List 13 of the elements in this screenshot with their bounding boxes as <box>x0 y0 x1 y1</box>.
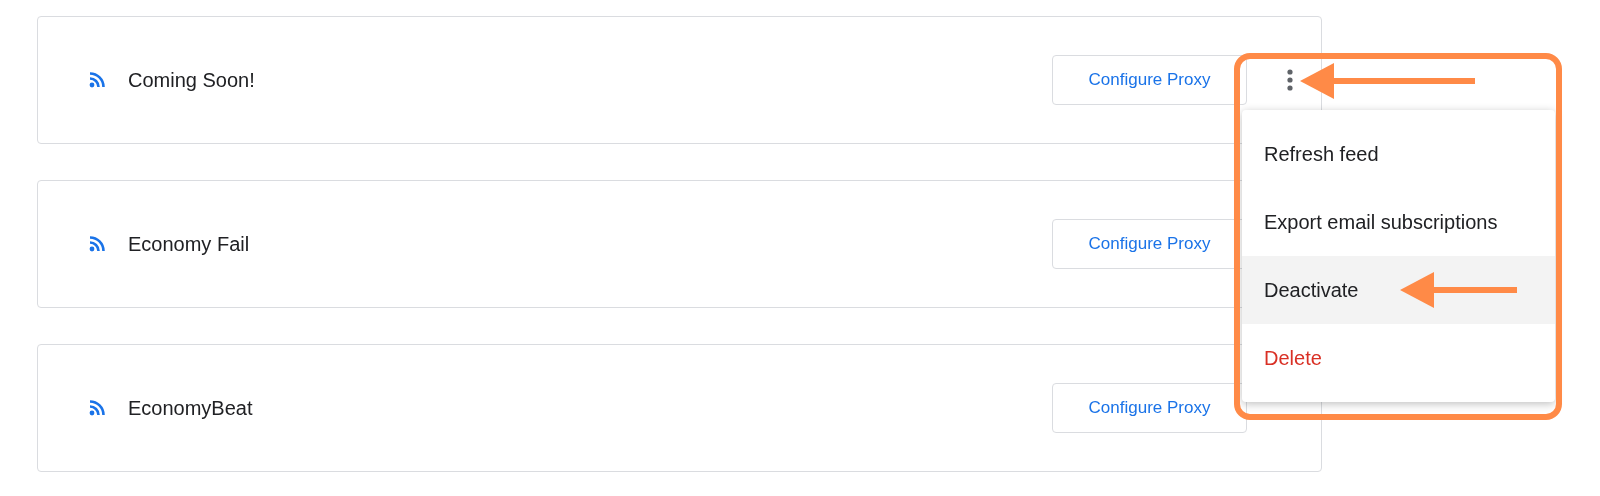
feed-name: EconomyBeat <box>128 396 254 420</box>
feed-name: Coming Soon! <box>128 68 256 92</box>
rss-icon <box>89 400 105 416</box>
configure-proxy-button[interactable]: Configure Proxy <box>1052 55 1247 105</box>
menu-item[interactable]: Deactivate <box>1242 256 1555 324</box>
menu-item[interactable]: Refresh feed <box>1242 120 1555 188</box>
configure-proxy-button[interactable]: Configure Proxy <box>1052 383 1247 433</box>
arrow-icon <box>1400 272 1517 308</box>
rss-icon <box>89 72 105 88</box>
rss-icon <box>89 236 105 252</box>
feed-name: Economy Fail <box>128 232 251 256</box>
arrow-icon <box>1300 63 1475 99</box>
more-menu-icon[interactable] <box>1287 69 1293 91</box>
